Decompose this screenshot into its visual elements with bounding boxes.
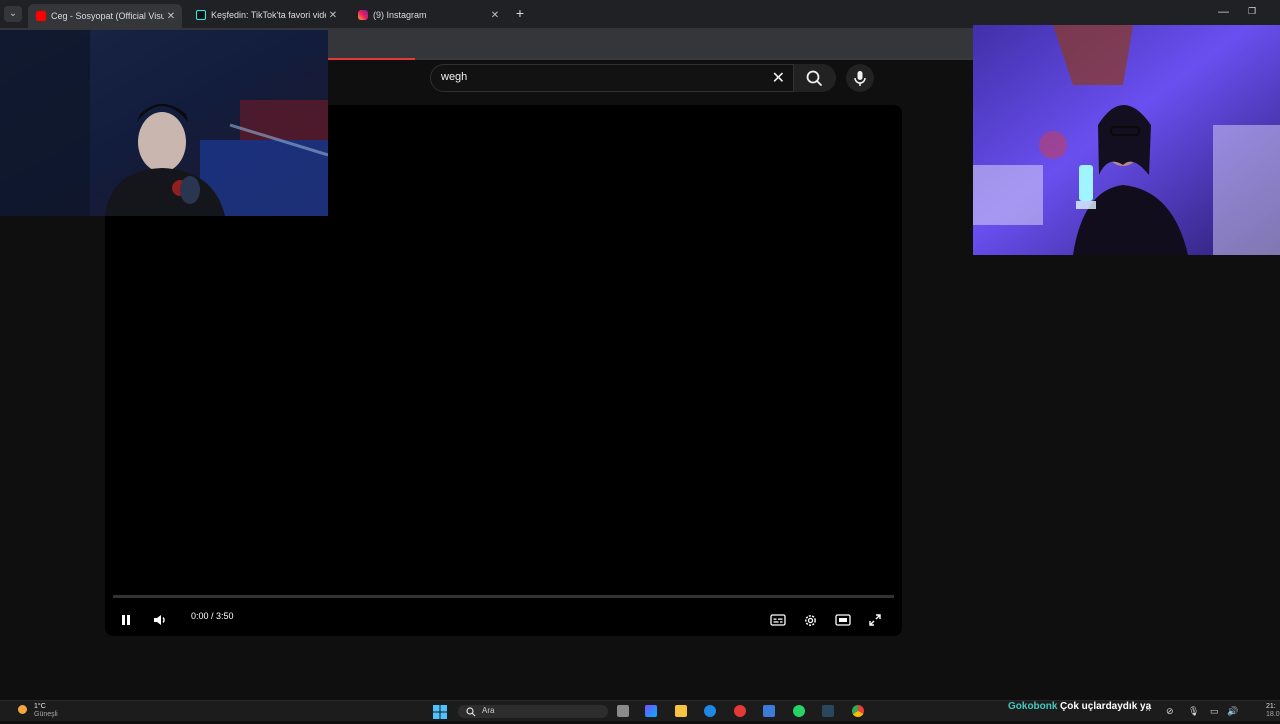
weather-icon [18, 705, 27, 714]
taskbar-search-placeholder: Ara [482, 706, 495, 715]
chat-username: Gokobonk [1008, 701, 1058, 712]
webcam-overlay-left [0, 30, 328, 216]
tab-instagram[interactable]: (9) Instagram ✕ [350, 4, 506, 26]
windows-start-icon[interactable] [432, 705, 448, 719]
new-tab-button[interactable]: + [512, 6, 528, 22]
taskbar-clock[interactable]: 21: 18.01.20 [1266, 703, 1280, 719]
microphone-tray-icon[interactable]: 🎙 [1188, 706, 1199, 717]
search-box[interactable]: wegh ✕ [430, 64, 794, 92]
fullscreen-icon [869, 614, 881, 626]
minimize-icon[interactable]: — [1218, 6, 1229, 18]
windows-logo-icon [433, 705, 447, 719]
theater-icon [835, 614, 851, 626]
weather-description: Güneşli [34, 711, 58, 718]
tab-search-dropdown[interactable]: ⌄ [4, 6, 22, 22]
app-icon[interactable] [734, 705, 746, 717]
subtitles-button[interactable] [765, 607, 791, 633]
tab-title: (9) Instagram [373, 10, 427, 20]
chat-message: Çok uçlardaydık ya [1060, 701, 1152, 712]
steam-icon[interactable] [822, 705, 834, 717]
edge-icon[interactable] [704, 705, 716, 717]
gear-icon [804, 614, 816, 626]
browser-tab-strip: ⌄ Ceg - Sosyopat (Official Visualizer) ✕… [0, 0, 1280, 28]
instagram-icon [358, 10, 368, 20]
subtitles-icon [770, 614, 786, 626]
network-icon[interactable]: ⊘ [1166, 706, 1174, 717]
whatsapp-icon[interactable] [793, 705, 805, 717]
taskbar-search[interactable]: Ara [458, 705, 608, 718]
copilot-icon[interactable] [645, 705, 657, 717]
microphone-icon [854, 71, 866, 86]
clock-date: 18.01.20 [1266, 711, 1280, 718]
tab-title: Ceg - Sosyopat (Official Visualizer) [51, 11, 164, 21]
mute-button[interactable] [147, 607, 173, 633]
close-icon[interactable]: ✕ [326, 10, 340, 21]
close-icon[interactable]: ✕ [164, 11, 178, 22]
tab-youtube[interactable]: Ceg - Sosyopat (Official Visualizer) ✕ [28, 4, 182, 28]
youtube-icon [36, 11, 46, 21]
time-display: 0:00 / 3:50 [191, 611, 234, 621]
theater-mode-button[interactable] [830, 607, 856, 633]
volume-tray-icon[interactable]: 🔊 [1227, 706, 1238, 717]
weather-temperature: 1°C [34, 703, 46, 710]
tab-title: Keşfedin: TikTok'ta favori videolarınızı… [211, 10, 326, 20]
volume-icon [154, 615, 165, 625]
maximize-icon[interactable]: ❐ [1248, 6, 1256, 17]
task-view-icon[interactable] [617, 705, 629, 717]
voice-search-button[interactable] [846, 64, 874, 92]
search-button[interactable] [794, 64, 836, 92]
webcam-scene [973, 25, 1280, 255]
display-icon[interactable]: ▭ [1210, 706, 1219, 717]
search-icon [466, 707, 476, 717]
chrome-icon[interactable] [852, 705, 864, 717]
fullscreen-button[interactable] [862, 607, 888, 633]
search-input[interactable]: wegh [441, 71, 467, 83]
tiktok-icon [196, 10, 206, 20]
webcam-overlay-right [973, 25, 1280, 255]
webcam-scene [0, 30, 328, 216]
close-icon[interactable]: ✕ [488, 10, 502, 21]
weather-widget[interactable]: 1°C Güneşli [34, 703, 58, 719]
progress-bar[interactable] [113, 595, 894, 598]
store-icon[interactable] [763, 705, 775, 717]
pause-button[interactable] [113, 607, 139, 633]
clear-search-icon[interactable]: ✕ [772, 68, 785, 88]
tab-tiktok[interactable]: Keşfedin: TikTok'ta favori videolarınızı… [188, 4, 344, 26]
file-explorer-icon[interactable] [675, 705, 687, 717]
clock-time: 21: [1266, 703, 1276, 710]
page-load-progress [328, 58, 415, 60]
search-icon [806, 70, 822, 86]
pause-icon [122, 615, 130, 625]
settings-button[interactable] [797, 607, 823, 633]
